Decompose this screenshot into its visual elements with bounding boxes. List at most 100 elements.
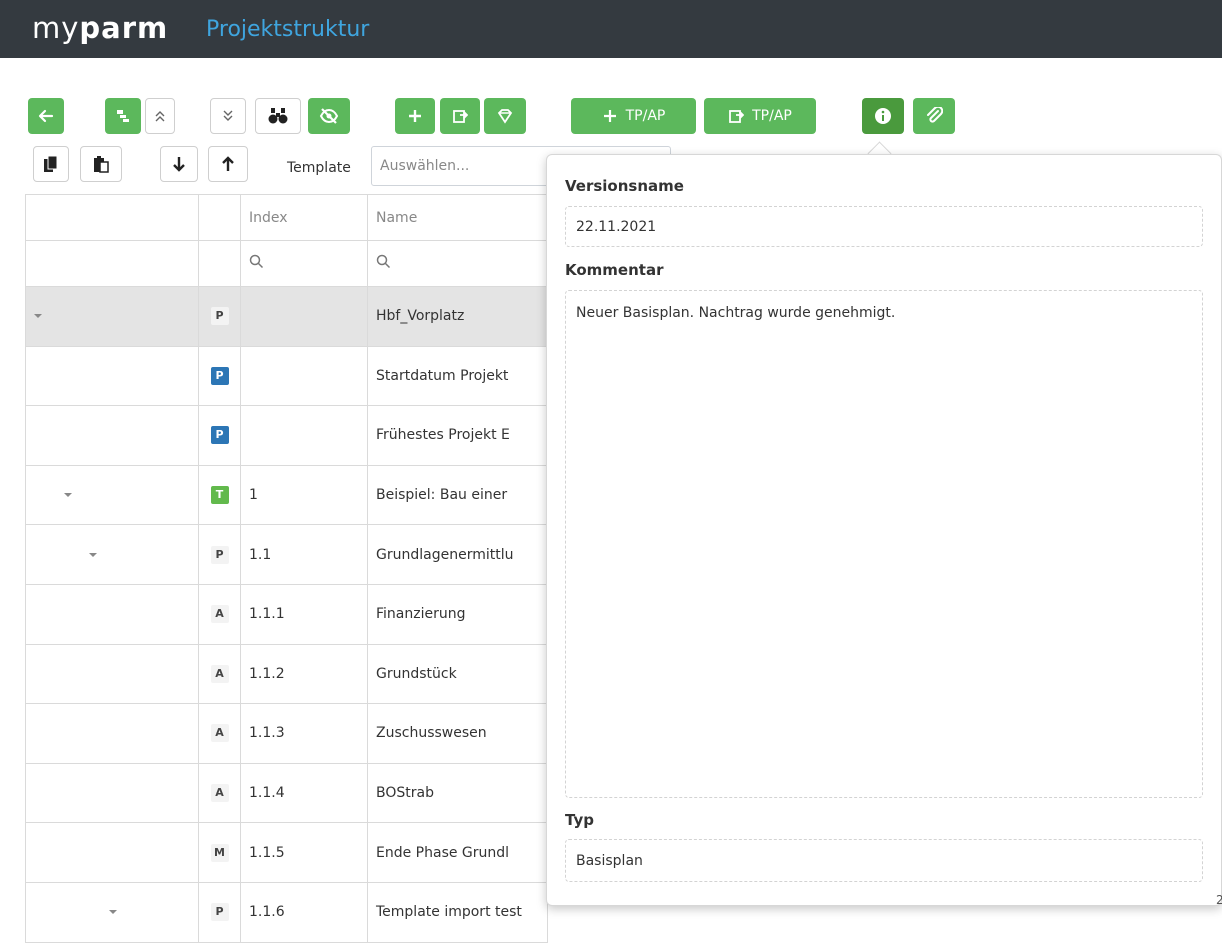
- table-header-row: Index Name: [25, 194, 548, 241]
- table-row[interactable]: P 1.1 Grundlagenermittlu: [25, 524, 548, 585]
- name-cell: Grundlagenermittlu: [367, 524, 548, 585]
- version-info-popover: Versionsname 22.11.2021 Kommentar Neuer …: [546, 154, 1222, 906]
- comment-label: Kommentar: [565, 261, 664, 279]
- type-cell: M: [198, 822, 241, 883]
- type-badge: A: [210, 605, 229, 624]
- index-cell: 1: [240, 464, 368, 526]
- filter-row: [25, 240, 548, 287]
- info-button[interactable]: [862, 98, 904, 134]
- diamond-icon: [497, 109, 513, 124]
- add-tp-ap-button[interactable]: TP/AP: [571, 98, 696, 134]
- import-icon: [453, 110, 468, 123]
- app-header: myparm Projektstruktur: [0, 0, 1222, 58]
- table-row[interactable]: T 1 Beispiel: Bau einer: [25, 464, 548, 526]
- caret-down-icon[interactable]: [64, 493, 72, 498]
- plus-icon: [409, 110, 421, 122]
- copy-button[interactable]: [33, 146, 69, 182]
- type-header-cell: [198, 194, 241, 241]
- type-badge: P: [210, 545, 229, 564]
- name-filter[interactable]: [367, 240, 548, 287]
- table-row[interactable]: P Hbf_Vorplatz: [25, 286, 548, 347]
- type-badge: P: [210, 426, 229, 445]
- move-down-button[interactable]: [160, 146, 198, 182]
- version-name-field[interactable]: 22.11.2021: [565, 206, 1203, 247]
- tree-toggle-cell[interactable]: [25, 881, 199, 943]
- caret-down-icon[interactable]: [109, 910, 117, 915]
- index-cell: [240, 286, 368, 347]
- name-cell: Grundstück: [367, 643, 548, 705]
- index-cell: 1.1.5: [240, 822, 368, 883]
- table-row[interactable]: A 1.1.2 Grundstück: [25, 643, 548, 705]
- move-up-button[interactable]: [208, 146, 248, 182]
- name-header[interactable]: Name: [367, 194, 548, 241]
- collapse-all-button[interactable]: [145, 98, 175, 134]
- cut-off-cell-value: 2: [1216, 893, 1222, 907]
- filter-cell-empty: [25, 240, 199, 287]
- name-cell: Finanzierung: [367, 583, 548, 645]
- table-row[interactable]: M 1.1.5 Ende Phase Grundl: [25, 822, 548, 883]
- index-cell: 1.1.2: [240, 643, 368, 705]
- name-cell: Zuschusswesen: [367, 703, 548, 764]
- comment-field[interactable]: Neuer Basisplan. Nachtrag wurde genehmig…: [565, 290, 1203, 798]
- tree-toggle-cell: [25, 345, 199, 407]
- table-row[interactable]: A 1.1.4 BOStrab: [25, 762, 548, 824]
- table-row[interactable]: A 1.1.3 Zuschusswesen: [25, 703, 548, 764]
- name-cell: Beispiel: Bau einer: [367, 464, 548, 526]
- search-icon: [249, 254, 264, 269]
- tree-header-cell: [25, 194, 199, 241]
- arrow-down-icon: [173, 157, 185, 172]
- index-filter[interactable]: [240, 240, 368, 287]
- type-cell: A: [198, 762, 241, 824]
- type-badge: P: [210, 366, 229, 385]
- type-field[interactable]: Basisplan: [565, 839, 1203, 882]
- paste-icon: [94, 156, 109, 173]
- binoculars-icon: [268, 108, 288, 124]
- index-cell: [240, 345, 368, 407]
- caret-down-icon[interactable]: [34, 314, 42, 319]
- copy-icon: [44, 155, 58, 172]
- type-badge: M: [210, 843, 229, 862]
- eye-slash-icon: [319, 108, 339, 124]
- project-structure-table: Index Name P Hbf_Vorplatz P Startdatum Proj…: [25, 194, 548, 943]
- type-badge: T: [210, 486, 229, 505]
- milestone-button[interactable]: [484, 98, 526, 134]
- name-cell: Frühestes Projekt E: [367, 405, 548, 466]
- expand-all-button[interactable]: [210, 98, 246, 134]
- index-header[interactable]: Index: [240, 194, 368, 241]
- table-row[interactable]: P Startdatum Projekt: [25, 345, 548, 407]
- index-cell: 1.1.4: [240, 762, 368, 824]
- attachment-button[interactable]: [913, 98, 955, 134]
- tree-toggle-cell[interactable]: [25, 286, 199, 347]
- type-cell: P: [198, 405, 241, 466]
- import-button[interactable]: [440, 98, 480, 134]
- search-icon: [376, 254, 391, 269]
- import-tp-ap-button[interactable]: TP/AP: [704, 98, 816, 134]
- hierarchy-button[interactable]: [105, 98, 141, 134]
- type-cell: P: [198, 286, 241, 347]
- type-cell: P: [198, 345, 241, 407]
- tree-toggle-cell: [25, 762, 199, 824]
- hide-toggle-button[interactable]: [308, 98, 350, 134]
- index-cell: 1.1.3: [240, 703, 368, 764]
- name-cell: Hbf_Vorplatz: [367, 286, 548, 347]
- add-button[interactable]: [395, 98, 435, 134]
- search-button[interactable]: [255, 98, 301, 134]
- index-cell: [240, 405, 368, 466]
- tree-toggle-cell: [25, 703, 199, 764]
- tree-toggle-cell[interactable]: [25, 524, 199, 585]
- tree-toggle-cell: [25, 583, 199, 645]
- plus-icon: [603, 110, 616, 122]
- type-cell: A: [198, 643, 241, 705]
- back-button[interactable]: [28, 98, 64, 134]
- table-row[interactable]: P 1.1.6 Template import test: [25, 881, 548, 943]
- tree-toggle-cell[interactable]: [25, 464, 199, 526]
- table-row[interactable]: P Frühestes Projekt E: [25, 405, 548, 466]
- paste-button[interactable]: [80, 146, 122, 182]
- table-row[interactable]: A 1.1.1 Finanzierung: [25, 583, 548, 645]
- caret-down-icon[interactable]: [89, 552, 97, 557]
- name-cell: Template import test: [367, 881, 548, 943]
- version-name-label: Versionsname: [565, 177, 684, 195]
- index-cell: 1.1.6: [240, 881, 368, 943]
- tree-toggle-cell: [25, 643, 199, 705]
- name-cell: Ende Phase Grundl: [367, 822, 548, 883]
